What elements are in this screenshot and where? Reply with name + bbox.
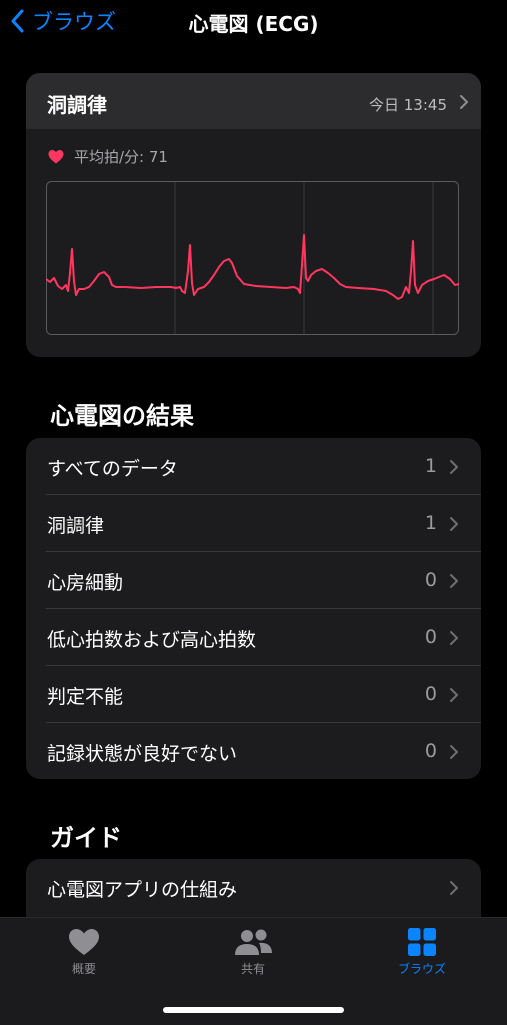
grid-icon — [408, 928, 436, 956]
heart-rate: 平均拍/分: 71 — [48, 146, 168, 167]
people-icon — [235, 929, 272, 955]
ecg-waveform — [46, 181, 459, 335]
list-item-poor-recording[interactable]: 記録状態が良好でない 0 — [26, 723, 481, 779]
list-item-label: 心電図アプリの仕組み — [47, 879, 238, 901]
tab-label: 共有 — [240, 962, 265, 976]
list-item-count: 0 — [424, 683, 437, 705]
guide-section-header: ガイド — [50, 824, 122, 852]
list-item-count: 1 — [424, 455, 437, 477]
results-section-header: 心電図の結果 — [50, 402, 194, 430]
chevron-right-icon — [449, 573, 459, 589]
list-item-sinus-rhythm[interactable]: 洞調律 1 — [26, 495, 481, 552]
home-indicator — [163, 1007, 344, 1013]
chevron-right-icon — [449, 687, 459, 703]
ecg-date: 今日 13:45 — [369, 96, 447, 114]
tab-label: ブラウズ — [397, 962, 446, 976]
list-item-afib[interactable]: 心房細動 0 — [26, 552, 481, 609]
chevron-right-icon — [449, 630, 459, 646]
list-item-inconclusive[interactable]: 判定不能 0 — [26, 666, 481, 723]
list-item-label: 記録状態が良好でない — [47, 743, 238, 765]
list-item-low-high-heart-rate[interactable]: 低心拍数および高心拍数 0 — [26, 609, 481, 666]
heart-icon — [48, 149, 64, 163]
list-item-label: 心房細動 — [47, 572, 124, 594]
heart-rate-label: 平均拍/分: 71 — [74, 148, 168, 166]
list-item-label: すべてのデータ — [47, 458, 178, 480]
tab-label: 概要 — [71, 962, 96, 976]
tab-sharing[interactable]: 共有 — [208, 928, 298, 977]
ecg-result-title: 洞調律 — [47, 93, 107, 117]
list-item-label: 判定不能 — [47, 686, 124, 708]
list-item-count: 1 — [424, 512, 437, 534]
ecg-recording-card[interactable]: 洞調律 今日 13:45 平均拍/分: 71 — [26, 73, 481, 357]
list-item-count: 0 — [424, 740, 437, 762]
tab-browse[interactable]: ブラウズ — [377, 928, 467, 977]
list-item-how-ecg-works[interactable]: 心電図アプリの仕組み — [26, 859, 481, 916]
heart-icon — [69, 929, 99, 955]
results-list: すべてのデータ 1 洞調律 1 心房細動 0 低心拍数および高心拍数 0 判定不… — [26, 438, 481, 779]
chevron-right-icon — [459, 94, 469, 110]
list-item-all-data[interactable]: すべてのデータ 1 — [26, 438, 481, 495]
chevron-right-icon — [449, 880, 459, 896]
tab-summary[interactable]: 概要 — [39, 928, 129, 977]
list-item-label: 洞調律 — [47, 515, 105, 537]
chevron-right-icon — [449, 744, 459, 760]
list-item-count: 0 — [424, 569, 437, 591]
page-title: 心電図 (ECG) — [188, 12, 319, 36]
chevron-right-icon — [449, 459, 459, 475]
list-item-label: 低心拍数および高心拍数 — [47, 629, 257, 651]
chevron-right-icon — [449, 516, 459, 532]
list-item-count: 0 — [424, 626, 437, 648]
ecg-card-header[interactable]: 洞調律 今日 13:45 — [26, 73, 481, 129]
